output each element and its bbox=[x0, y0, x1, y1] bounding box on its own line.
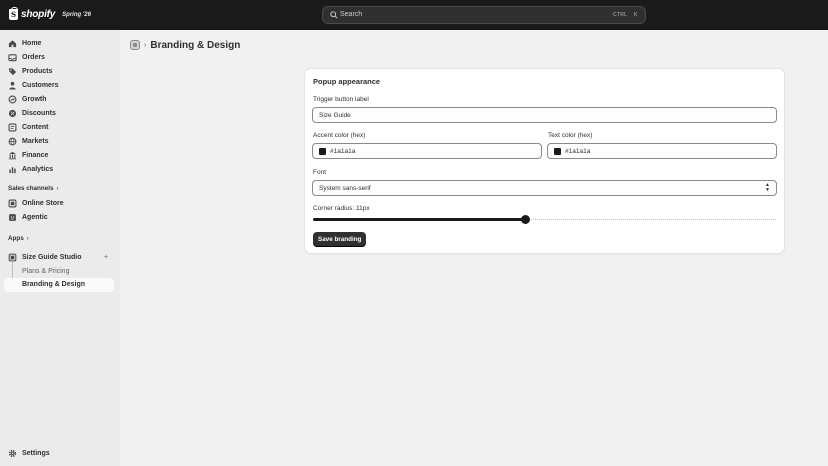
sidebar-item-label: Discounts bbox=[22, 109, 56, 117]
sales-channels-heading[interactable]: Sales channels › bbox=[8, 185, 59, 192]
edition-label: Spring '26 bbox=[62, 11, 91, 18]
sidebar-item-growth[interactable]: Growth bbox=[0, 92, 120, 106]
select-chevrons-icon: ▲ ▼ bbox=[765, 182, 770, 193]
sidebar-item-label: Orders bbox=[22, 53, 45, 61]
popup-appearance-card: Popup appearance Trigger button label Si… bbox=[305, 69, 784, 253]
sidebar-subitem-branding-design[interactable]: Branding & Design bbox=[4, 278, 114, 292]
sidebar-item-label: Content bbox=[22, 123, 49, 131]
sidebar-item-finance[interactable]: Finance bbox=[0, 148, 120, 162]
sidebar-item-label: Markets bbox=[22, 137, 49, 145]
sidebar-item-home[interactable]: Home bbox=[0, 36, 120, 50]
bank-icon bbox=[8, 151, 17, 159]
discount-icon bbox=[8, 109, 17, 117]
apps-heading[interactable]: Apps › bbox=[8, 235, 29, 242]
app-icon[interactable] bbox=[130, 40, 140, 50]
sidebar-item-label: Size Guide Studio bbox=[22, 253, 82, 261]
chevron-right-icon: › bbox=[144, 41, 147, 49]
sidebar-subitem-label: Branding & Design bbox=[22, 281, 86, 288]
search-input[interactable]: Search CTRL K bbox=[322, 6, 646, 24]
app-icon bbox=[8, 253, 17, 261]
accent-color-swatch[interactable] bbox=[319, 148, 326, 155]
section-title-text: Apps bbox=[8, 235, 24, 242]
text-color-input[interactable]: #1a1a1a bbox=[547, 143, 777, 159]
trigger-value: Size Guide bbox=[319, 112, 351, 119]
chart-icon bbox=[9, 166, 16, 173]
content-icon bbox=[8, 123, 17, 131]
card-title: Popup appearance bbox=[313, 77, 381, 86]
tag-icon bbox=[8, 67, 17, 75]
gear-icon bbox=[8, 449, 17, 457]
text-color-swatch[interactable] bbox=[554, 148, 561, 155]
corner-radius-slider-fill[interactable] bbox=[313, 218, 526, 221]
save-branding-button[interactable]: Save branding bbox=[313, 232, 367, 246]
sidebar-item-analytics[interactable]: Analytics bbox=[0, 162, 120, 176]
sidebar-item-orders[interactable]: Orders bbox=[0, 50, 120, 64]
corner-radius-slider-track[interactable] bbox=[526, 219, 776, 220]
sidebar-item-label: Agentic bbox=[22, 213, 48, 221]
store-icon bbox=[8, 199, 17, 207]
corner-radius-slider-thumb[interactable] bbox=[521, 215, 530, 224]
inbox-icon bbox=[8, 53, 17, 61]
growth-icon bbox=[8, 95, 17, 103]
sidebar-subitem-plans-pricing[interactable]: Plans & Pricing bbox=[0, 264, 120, 278]
shopify-logo[interactable]: shopify Spring '26 bbox=[9, 7, 91, 20]
chevron-right-icon: › bbox=[56, 185, 59, 192]
sidebar-item-label: Home bbox=[22, 39, 42, 47]
sidebar-item-label: Finance bbox=[22, 151, 49, 159]
accent-color-label: Accent color (hex) bbox=[313, 132, 366, 139]
corner-radius-label: Corner radius: 11px bbox=[313, 205, 370, 212]
sidebar-item-products[interactable]: Products bbox=[0, 64, 120, 78]
accent-color-value: #1a1a1a bbox=[330, 148, 356, 155]
accent-color-input[interactable]: #1a1a1a bbox=[312, 143, 542, 159]
shortcut-key: K bbox=[634, 12, 638, 18]
sidebar-item-markets[interactable]: Markets bbox=[0, 134, 120, 148]
sidebar-item-size-guide-studio[interactable]: Size Guide Studio + bbox=[0, 250, 120, 264]
sidebar-item-label: Products bbox=[22, 67, 53, 75]
sidebar-item-label: Online Store bbox=[22, 199, 64, 207]
shortcut-mod: CTRL bbox=[613, 12, 628, 18]
sidebar-item-content[interactable]: Content bbox=[0, 120, 120, 134]
person-icon bbox=[9, 81, 16, 90]
search-placeholder: Search bbox=[340, 11, 363, 18]
chevron-right-icon: › bbox=[26, 235, 29, 242]
text-color-label: Text color (hex) bbox=[548, 132, 593, 139]
font-select[interactable]: System sans-serif ▲ ▼ bbox=[312, 180, 777, 196]
shopify-bag-icon bbox=[9, 7, 18, 20]
globe-icon bbox=[8, 137, 17, 145]
sidebar-item-agentic[interactable]: Agentic bbox=[0, 210, 120, 224]
sidebar-item-discounts[interactable]: Discounts bbox=[0, 106, 120, 120]
sidebar-subitem-label: Plans & Pricing bbox=[22, 267, 70, 275]
top-bar: shopify Spring '26 Search CTRL K bbox=[0, 0, 828, 30]
sidebar-item-online-store[interactable]: Online Store bbox=[0, 196, 120, 210]
brand-name: shopify bbox=[21, 9, 56, 20]
text-color-value: #1a1a1a bbox=[565, 148, 591, 155]
home-icon bbox=[8, 39, 17, 47]
sidebar-item-label: Analytics bbox=[22, 165, 54, 173]
sidebar-item-label: Growth bbox=[22, 95, 47, 103]
agentic-icon bbox=[9, 213, 16, 221]
search-icon bbox=[330, 11, 338, 19]
page-title: Branding & Design bbox=[150, 39, 241, 51]
page-header: › Branding & Design bbox=[130, 38, 240, 52]
trigger-label: Trigger button label bbox=[313, 96, 369, 103]
font-value: System sans-serif bbox=[319, 185, 371, 192]
trigger-button-label-input[interactable]: Size Guide bbox=[312, 107, 777, 123]
sidebar: Home Orders Products Customers Growth Di… bbox=[0, 30, 120, 466]
section-title-text: Sales channels bbox=[8, 185, 54, 192]
sidebar-item-settings[interactable]: Settings bbox=[0, 446, 120, 460]
font-label: Font bbox=[313, 169, 327, 176]
pin-icon[interactable]: + bbox=[104, 254, 108, 261]
sidebar-item-label: Customers bbox=[22, 81, 59, 89]
sidebar-item-label: Settings bbox=[22, 449, 50, 457]
sidebar-item-customers[interactable]: Customers bbox=[0, 78, 120, 92]
